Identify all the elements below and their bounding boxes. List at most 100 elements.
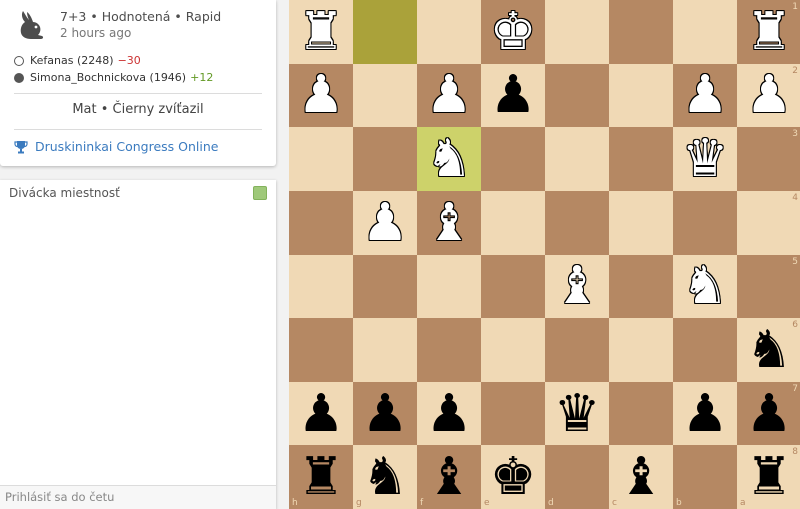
tournament-link[interactable]: Druskininkai Congress Online	[14, 139, 218, 154]
black-bishop-icon[interactable]: ♝	[618, 451, 665, 503]
chat-login-input[interactable]: Prihlásiť sa do četu	[0, 485, 276, 509]
black-pawn-icon[interactable]: ♟	[746, 388, 793, 440]
square-f7[interactable]: ♟	[417, 381, 481, 446]
square-c7[interactable]	[609, 381, 673, 446]
square-a6[interactable]: ♞ 6	[737, 318, 800, 382]
chess-board[interactable]: ♜ ♚ ♜ 1 ♟ ♟ ♟ ♟ ♟ 2 ♞ ♛ 3 ♟ ♝ 4 ♝ ♞ 5 ♞ 6 ♟ ♟ ♟ ♛ ♟ ♟ 7 ♜ h ♞ g ♝ f ♚ e d ♝ c b…	[289, 0, 800, 509]
square-g8[interactable]: ♞ g	[353, 445, 417, 509]
square-b3[interactable]: ♛	[673, 127, 737, 191]
square-f5[interactable]	[417, 254, 481, 319]
square-c3[interactable]	[609, 127, 673, 191]
square-a8[interactable]: ♜ 8 a	[737, 445, 800, 509]
square-h4[interactable]	[289, 190, 353, 255]
black-knight-icon[interactable]: ♞	[362, 451, 409, 503]
square-h8[interactable]: ♜ h	[289, 445, 353, 509]
square-d6[interactable]	[545, 318, 609, 382]
square-d4[interactable]	[545, 190, 609, 255]
black-player[interactable]: Simona_Bochnickova (1946) +12	[14, 69, 213, 86]
white-pawn-icon[interactable]: ♟	[682, 69, 729, 121]
square-g2[interactable]	[353, 63, 417, 128]
square-g7[interactable]: ♟	[353, 381, 417, 446]
tournament-name[interactable]: Druskininkai Congress Online	[35, 139, 218, 154]
black-pawn-icon[interactable]: ♟	[362, 388, 409, 440]
square-e5[interactable]	[481, 254, 545, 319]
black-bishop-icon[interactable]: ♝	[426, 451, 473, 503]
white-pawn-icon[interactable]: ♟	[362, 197, 409, 249]
square-e4[interactable]	[481, 190, 545, 255]
white-pawn-icon[interactable]: ♟	[746, 69, 793, 121]
square-c8[interactable]: ♝ c	[609, 445, 673, 509]
square-f1[interactable]	[417, 0, 481, 64]
black-pawn-icon[interactable]: ♟	[426, 388, 473, 440]
square-d5[interactable]: ♝	[545, 254, 609, 319]
square-b8[interactable]: b	[673, 445, 737, 509]
white-bishop-icon[interactable]: ♝	[554, 260, 601, 312]
black-pawn-icon[interactable]: ♟	[682, 388, 729, 440]
square-d7[interactable]: ♛	[545, 381, 609, 446]
white-queen-icon[interactable]: ♛	[682, 133, 729, 185]
square-h2[interactable]: ♟	[289, 63, 353, 128]
square-b2[interactable]: ♟	[673, 63, 737, 128]
black-queen-icon[interactable]: ♛	[554, 388, 601, 440]
square-e2[interactable]: ♟	[481, 63, 545, 128]
square-b5[interactable]: ♞	[673, 254, 737, 319]
square-h6[interactable]	[289, 318, 353, 382]
square-d2[interactable]	[545, 63, 609, 128]
square-c2[interactable]	[609, 63, 673, 128]
white-player-name[interactable]: Kefanas (2248)	[30, 54, 114, 67]
square-h1[interactable]: ♜	[289, 0, 353, 64]
square-c6[interactable]	[609, 318, 673, 382]
white-bishop-icon[interactable]: ♝	[426, 197, 473, 249]
square-d8[interactable]: d	[545, 445, 609, 509]
square-h3[interactable]	[289, 127, 353, 191]
white-pawn-icon[interactable]: ♟	[426, 69, 473, 121]
square-f3[interactable]: ♞	[417, 127, 481, 191]
square-g3[interactable]	[353, 127, 417, 191]
white-knight-icon[interactable]: ♞	[426, 133, 473, 185]
square-a5[interactable]: 5	[737, 254, 800, 319]
white-king-icon[interactable]: ♚	[490, 6, 537, 58]
square-a7[interactable]: ♟ 7	[737, 381, 800, 446]
white-rook-icon[interactable]: ♜	[746, 6, 793, 58]
white-knight-icon[interactable]: ♞	[682, 260, 729, 312]
white-player[interactable]: Kefanas (2248) −30	[14, 52, 213, 69]
square-h5[interactable]	[289, 254, 353, 319]
black-pawn-icon[interactable]: ♟	[490, 69, 537, 121]
white-rook-icon[interactable]: ♜	[298, 6, 345, 58]
square-g4[interactable]: ♟	[353, 190, 417, 255]
square-c1[interactable]	[609, 0, 673, 64]
square-f6[interactable]	[417, 318, 481, 382]
square-f8[interactable]: ♝ f	[417, 445, 481, 509]
black-player-name[interactable]: Simona_Bochnickova (1946)	[30, 71, 186, 84]
square-g5[interactable]	[353, 254, 417, 319]
square-d1[interactable]	[545, 0, 609, 64]
black-pawn-icon[interactable]: ♟	[298, 388, 345, 440]
square-c4[interactable]	[609, 190, 673, 255]
square-b1[interactable]	[673, 0, 737, 64]
square-b4[interactable]	[673, 190, 737, 255]
square-a1[interactable]: ♜ 1	[737, 0, 800, 64]
black-king-icon[interactable]: ♚	[490, 451, 537, 503]
square-a3[interactable]: 3	[737, 127, 800, 191]
square-h7[interactable]: ♟	[289, 381, 353, 446]
square-e1[interactable]: ♚	[481, 0, 545, 64]
white-pawn-icon[interactable]: ♟	[298, 69, 345, 121]
square-f2[interactable]: ♟	[417, 63, 481, 128]
square-f4[interactable]: ♝	[417, 190, 481, 255]
square-g6[interactable]	[353, 318, 417, 382]
chat-toggle-checkbox[interactable]	[253, 186, 267, 200]
square-a2[interactable]: ♟ 2	[737, 63, 800, 128]
square-e7[interactable]	[481, 381, 545, 446]
square-c5[interactable]	[609, 254, 673, 319]
square-a4[interactable]: 4	[737, 190, 800, 255]
black-rook-icon[interactable]: ♜	[298, 451, 345, 503]
black-knight-icon[interactable]: ♞	[746, 324, 793, 376]
black-rook-icon[interactable]: ♜	[746, 451, 793, 503]
square-d3[interactable]	[545, 127, 609, 191]
square-g1[interactable]	[353, 0, 417, 64]
square-e3[interactable]	[481, 127, 545, 191]
square-b6[interactable]	[673, 318, 737, 382]
square-e6[interactable]	[481, 318, 545, 382]
square-b7[interactable]: ♟	[673, 381, 737, 446]
square-e8[interactable]: ♚ e	[481, 445, 545, 509]
